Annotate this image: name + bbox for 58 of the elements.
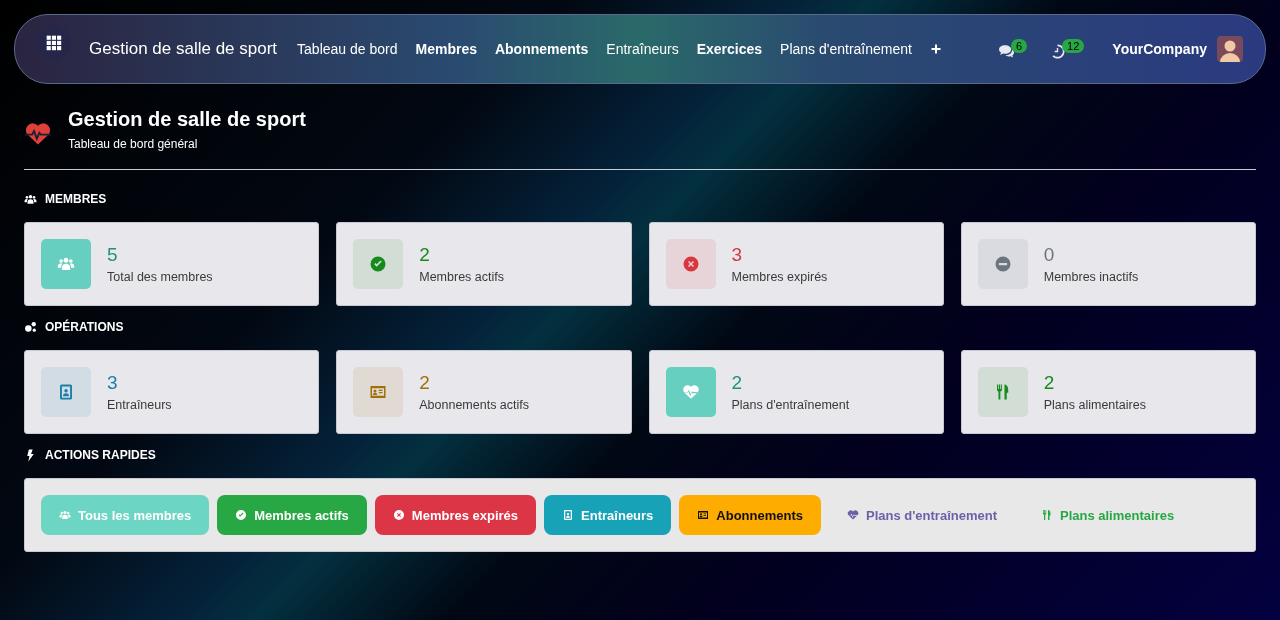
stat-card[interactable]: 2 Plans d'entraînement [648, 350, 944, 434]
quick-action-button[interactable]: Membres expirés [374, 495, 537, 535]
company-switcher[interactable]: YourCompany [1112, 41, 1207, 57]
page-title: Gestion de salle de sport [68, 108, 306, 131]
fork-knife-icon [1041, 509, 1053, 521]
stat-label: Total des membres [107, 270, 213, 284]
add-button[interactable] [929, 43, 942, 55]
quick-action-button[interactable]: Abonnements [679, 495, 821, 535]
stat-value: 3 [731, 244, 744, 266]
stat-card[interactable]: 3 Entraîneurs [24, 350, 320, 434]
stat-card[interactable]: 2 Abonnements actifs [336, 350, 632, 434]
nav-menu-item[interactable]: Membres [415, 41, 477, 57]
stat-label: Membres actifs [419, 270, 504, 284]
id-badge-icon [562, 509, 575, 521]
apps-button[interactable] [37, 26, 71, 60]
nav-menu-item[interactable]: Exercices [696, 41, 763, 57]
id-card-icon [369, 383, 388, 401]
chat-icon [998, 42, 1015, 60]
nav-menu-item[interactable]: Tableau de bord [297, 41, 398, 57]
heart-pulse-icon [847, 509, 859, 521]
stat-label: Abonnements actifs [419, 398, 530, 412]
people-icon [59, 509, 71, 521]
stat-card[interactable]: 2 Plans alimentaires [960, 350, 1256, 434]
stat-card[interactable]: 3 Membres expirés [648, 222, 944, 306]
message-count-badge: 6 [1011, 38, 1028, 53]
people-icon [57, 255, 75, 273]
stat-card[interactable]: 0 Membres inactifs [960, 222, 1256, 306]
user-avatar[interactable] [1217, 36, 1243, 62]
nav-menu-item[interactable]: Abonnements [494, 41, 589, 57]
heart-pulse-icon [681, 383, 700, 401]
plus-icon [929, 43, 942, 55]
id-card-icon [697, 509, 710, 521]
stat-label: Membres expirés [731, 270, 828, 284]
activity-count-badge: 12 [1062, 38, 1085, 53]
stat-label: Plans alimentaires [1043, 398, 1146, 412]
page-subtitle: Tableau de bord général [68, 137, 199, 151]
section-heading: MEMBRES [45, 192, 107, 206]
stat-label: Membres inactifs [1043, 270, 1139, 284]
stat-card[interactable]: 2 Membres actifs [336, 222, 632, 306]
stat-value: 5 [107, 244, 119, 266]
quick-action-link[interactable]: Plans d'entraînement [829, 495, 1015, 535]
stat-value: 2 [1043, 372, 1056, 394]
stat-value: 2 [731, 372, 744, 394]
app-title[interactable]: Gestion de salle de sport [89, 39, 278, 59]
stat-label: Entraîneurs [107, 398, 172, 412]
section-heading: ACTIONS RAPIDES [45, 448, 156, 462]
stat-card[interactable]: 5 Total des membres [24, 222, 320, 306]
section-heading: OPÉRATIONS [45, 320, 124, 334]
grid-menu-icon [46, 35, 62, 51]
stat-value: 3 [107, 372, 119, 394]
stat-label: Plans d'entraînement [731, 398, 850, 412]
stat-value: 0 [1043, 244, 1056, 266]
stat-value: 2 [419, 244, 431, 266]
nav-menu-item[interactable]: Plans d'entraînement [780, 41, 912, 57]
stat-value: 2 [419, 372, 431, 394]
nav-menu-item[interactable]: Entraîneurs [606, 41, 679, 57]
people-icon [24, 192, 37, 206]
id-badge-icon [57, 383, 75, 401]
